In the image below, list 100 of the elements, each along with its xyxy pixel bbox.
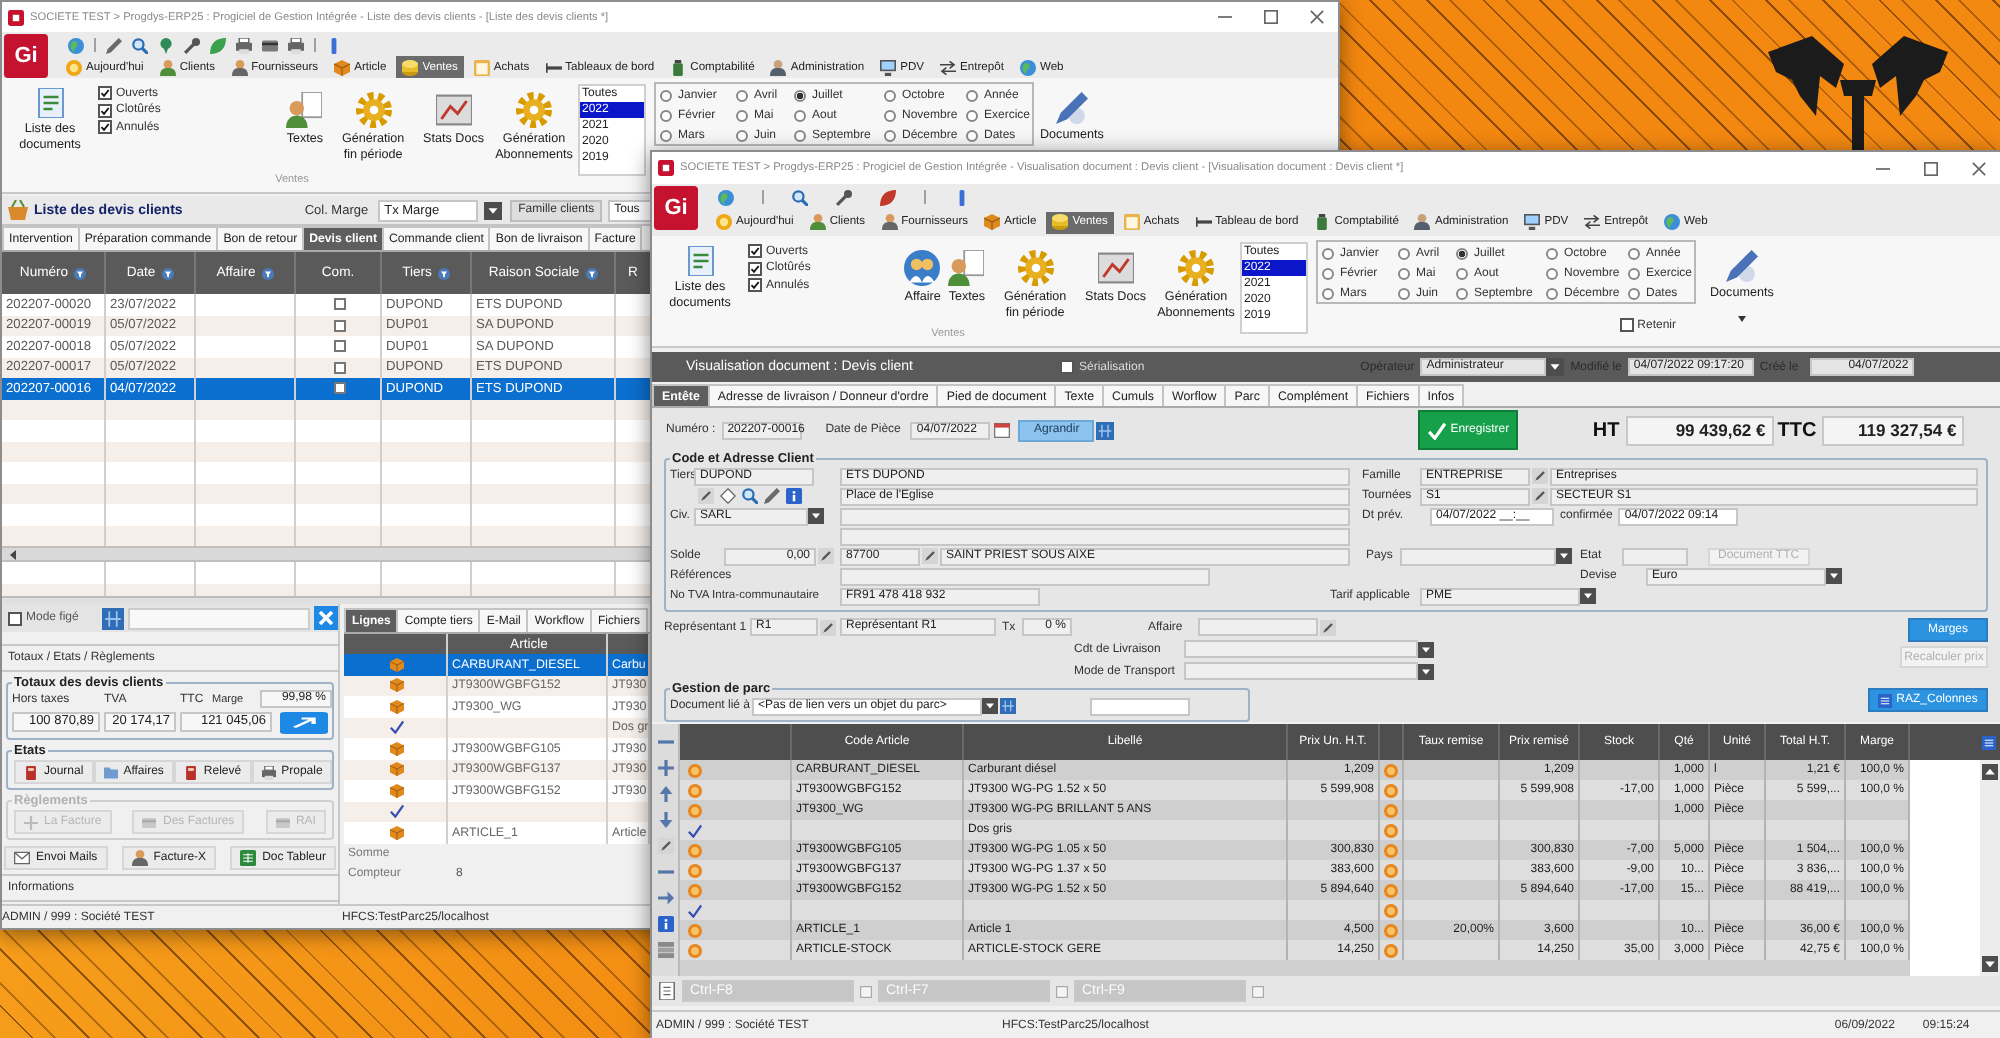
leaf-icon[interactable] [880,189,896,205]
minus-icon[interactable] [657,734,673,750]
magnifier-icon[interactable] [792,189,808,205]
dropdown-icon[interactable] [1826,568,1842,584]
maximize-icon[interactable] [1264,10,1278,24]
pencil-icon[interactable] [657,838,673,854]
radio-button[interactable] [1456,288,1468,300]
radio-button[interactable] [966,110,978,122]
pencil-icon[interactable] [1320,619,1336,635]
grid-icon[interactable] [102,607,125,629]
pencil-icon[interactable] [1532,468,1548,484]
right-arrow-icon[interactable] [657,890,673,906]
checkbox[interactable] [334,382,346,395]
radio-button[interactable] [1398,248,1410,260]
checkbox[interactable] [1619,318,1634,332]
magnifier-icon[interactable] [742,488,758,504]
pencil-icon[interactable] [922,548,938,564]
dropdown-icon[interactable] [1556,548,1572,564]
checkbox[interactable] [334,361,346,374]
app-logo[interactable]: Gi [654,186,698,230]
dropdown-icon[interactable] [808,508,824,524]
checkbox[interactable] [8,611,22,625]
checkbox[interactable] [98,86,112,100]
checkbox[interactable] [748,244,762,258]
list-icon[interactable] [1982,735,1996,749]
radio-button[interactable] [1546,248,1558,260]
wrench-icon[interactable] [184,37,200,53]
pencil-icon[interactable] [698,488,714,504]
close-icon[interactable] [314,606,338,630]
radio-button[interactable] [1456,248,1468,260]
up-arrow-icon[interactable] [657,786,673,802]
select-field[interactable] [1184,640,1418,658]
radio-button[interactable] [1628,288,1640,300]
close-icon[interactable] [1972,161,1986,175]
printer-icon[interactable] [288,37,304,53]
dropdown-icon[interactable] [982,698,998,714]
radio-button[interactable] [1398,268,1410,280]
dropdown-icon[interactable] [484,201,503,219]
app-logo[interactable]: Gi [4,34,48,78]
vertical-scrollbar[interactable] [1980,760,2000,976]
down-arrow-icon[interactable] [657,812,673,828]
plus-icon[interactable] [657,760,673,776]
globe-icon[interactable] [718,189,734,205]
select-field[interactable] [1184,662,1418,680]
input-field[interactable] [1090,697,1190,715]
bar-icon[interactable] [954,189,970,205]
filter-icon[interactable] [437,267,450,279]
radio-button[interactable] [660,90,672,102]
leaf-icon[interactable] [210,37,226,53]
bar-icon[interactable] [326,37,342,53]
radio-button[interactable] [1456,268,1468,280]
dropdown-icon[interactable] [1580,588,1596,604]
stack-icon[interactable] [657,942,673,958]
radio-button[interactable] [794,130,806,142]
checkbox[interactable] [98,120,112,134]
checkbox[interactable] [334,340,346,353]
radio-button[interactable] [884,110,896,122]
checkbox[interactable] [98,103,112,117]
filter-icon[interactable] [585,267,598,279]
calendar-icon[interactable] [994,422,1011,438]
info-icon[interactable] [786,488,802,504]
pencil-icon[interactable] [820,619,836,635]
input-field[interactable] [840,567,1210,585]
grid-icon[interactable] [1096,421,1115,439]
minimize-icon[interactable] [1218,10,1232,24]
checkbox[interactable] [748,261,762,275]
radio-button[interactable] [884,130,896,142]
radio-button[interactable] [1546,268,1558,280]
dropdown-icon[interactable] [1418,663,1434,679]
pencil-icon[interactable] [1532,488,1548,504]
checkbox[interactable] [334,319,346,332]
radio-button[interactable] [1322,268,1334,280]
search-field[interactable] [128,607,310,629]
radio-button[interactable] [794,90,806,102]
horizontal-scrollbar[interactable] [2,546,652,562]
filter-icon[interactable] [261,267,274,279]
filter-icon[interactable] [74,267,87,279]
input-field[interactable] [840,507,1350,525]
radio-button[interactable] [1628,248,1640,260]
table-row[interactable] [344,801,652,822]
globe-icon[interactable] [68,37,84,53]
checkbox[interactable] [334,298,346,311]
radio-button[interactable] [966,130,978,142]
info-icon[interactable] [657,916,673,932]
radio-button[interactable] [1546,288,1558,300]
radio-button[interactable] [660,110,672,122]
radio-button[interactable] [736,130,748,142]
radio-button[interactable] [1398,288,1410,300]
radio-button[interactable] [736,90,748,102]
printer-icon[interactable] [236,37,252,53]
pin-icon[interactable] [158,37,174,53]
input-field[interactable] [1198,618,1318,636]
radio-button[interactable] [966,90,978,102]
select-field[interactable] [1400,547,1556,565]
checkbox[interactable] [748,278,762,292]
radio-button[interactable] [884,90,896,102]
maximize-icon[interactable] [1924,161,1938,175]
magnifier-icon[interactable] [132,37,148,53]
dropdown-icon[interactable] [1546,358,1565,376]
dropdown-icon[interactable] [1418,641,1434,657]
